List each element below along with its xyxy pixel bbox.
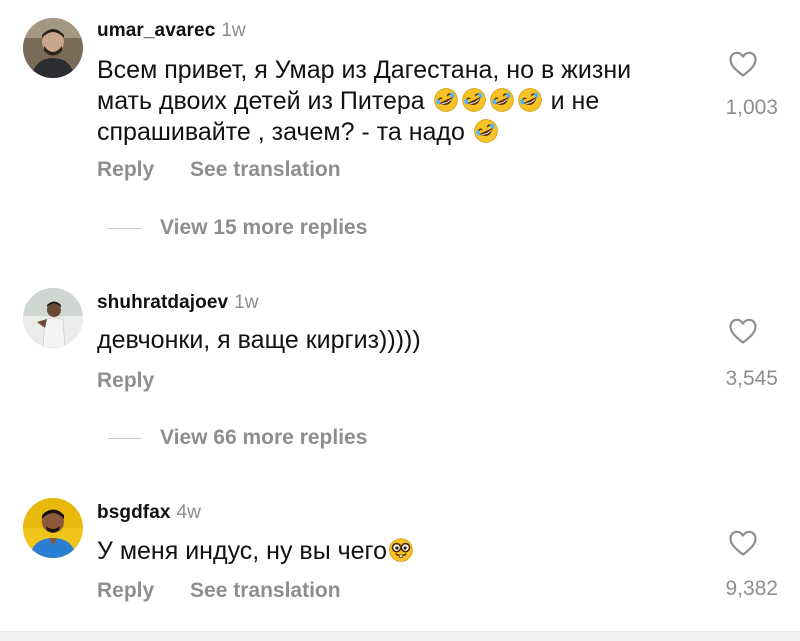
- comment-actions: Reply See translation: [97, 158, 371, 182]
- comment-time: 4w: [176, 502, 201, 523]
- comment-text: Всем привет, я Умар из Дагестана, но в ж…: [97, 55, 707, 148]
- like-count: 9,382: [725, 577, 778, 600]
- divider-line: [108, 437, 142, 439]
- like-count: 3,545: [725, 367, 778, 390]
- rolling-on-floor-laughing-icon: [517, 87, 543, 113]
- avatar[interactable]: [23, 18, 83, 78]
- rolling-on-floor-laughing-icon: [461, 87, 487, 113]
- rolling-on-floor-laughing-icon: [433, 87, 459, 113]
- comment-text: девчонки, я ваще киргиз))))): [97, 325, 707, 356]
- comment-meta: bsgdfax 4w: [97, 502, 201, 524]
- reply-button[interactable]: Reply: [97, 579, 154, 602]
- bottom-divider: [0, 631, 800, 641]
- comment-actions: Reply: [97, 369, 184, 393]
- avatar[interactable]: [23, 288, 83, 348]
- heart-outline-icon: [728, 50, 758, 78]
- view-more-replies-button[interactable]: View 66 more replies: [108, 426, 367, 450]
- username[interactable]: shuhratdajoev: [97, 292, 228, 313]
- like-button[interactable]: [722, 529, 764, 557]
- like-button[interactable]: [722, 50, 764, 78]
- like-button[interactable]: [722, 317, 764, 345]
- see-translation-button[interactable]: See translation: [190, 579, 341, 602]
- like-count: 1,003: [725, 96, 778, 119]
- comment-actions: Reply See translation: [97, 579, 371, 603]
- comment-text-line: Всем привет, я Умар из Дагестана, но в ж…: [97, 56, 632, 84]
- comment-time: 1w: [221, 20, 246, 41]
- view-more-label: View 15 more replies: [160, 216, 368, 239]
- divider-line: [108, 227, 142, 229]
- comment-text-line: У меня индус, ну вы чего: [97, 537, 388, 565]
- username[interactable]: umar_avarec: [97, 20, 215, 41]
- avatar[interactable]: [23, 498, 83, 558]
- nerd-face-icon: [388, 537, 414, 563]
- comment-text-line: спрашивайте , зачем? - та надо: [97, 118, 472, 146]
- view-more-label: View 66 more replies: [160, 426, 368, 449]
- comment-time: 1w: [234, 292, 259, 313]
- username[interactable]: bsgdfax: [97, 502, 171, 523]
- comment-meta: shuhratdajoev 1w: [97, 292, 258, 314]
- heart-outline-icon: [728, 529, 758, 557]
- rolling-on-floor-laughing-icon: [473, 118, 499, 144]
- comment-meta: umar_avarec 1w: [97, 20, 246, 42]
- comment-text-line: мать двоих детей из Питера: [97, 87, 432, 115]
- comment-text: У меня индус, ну вы чего: [97, 536, 707, 567]
- reply-button[interactable]: Reply: [97, 369, 154, 392]
- reply-button[interactable]: Reply: [97, 158, 154, 181]
- rolling-on-floor-laughing-icon: [489, 87, 515, 113]
- comment-text-line: и не: [543, 87, 600, 115]
- heart-outline-icon: [728, 317, 758, 345]
- comment-text-line: девчонки, я ваще киргиз))))): [97, 326, 421, 354]
- see-translation-button[interactable]: See translation: [190, 158, 341, 181]
- view-more-replies-button[interactable]: View 15 more replies: [108, 216, 367, 240]
